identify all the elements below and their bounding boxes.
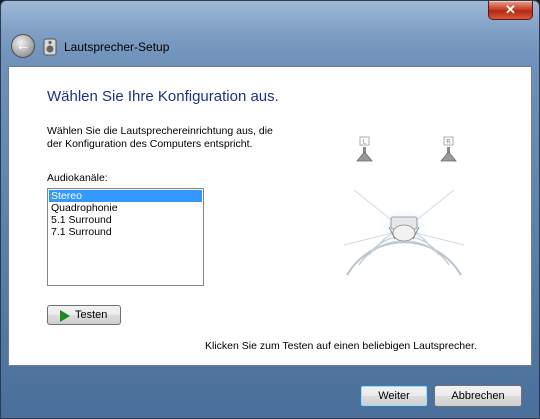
test-button-label: Testen <box>75 309 108 321</box>
audio-channels-listbox[interactable]: Stereo Quadrophonie 5.1 Surround 7.1 Sur… <box>47 188 204 286</box>
page-heading: Wählen Sie Ihre Konfiguration aus. <box>47 88 279 105</box>
footer: Weiter Abbrechen <box>1 367 539 419</box>
test-button[interactable]: Testen <box>47 305 121 325</box>
description-line-1: Wählen Sie die Lautsprechereinrichtung a… <box>47 125 273 137</box>
list-item-5-1-surround[interactable]: 5.1 Surround <box>49 214 202 226</box>
left-speaker[interactable]: L <box>356 136 373 162</box>
play-icon <box>60 310 70 322</box>
close-button[interactable]: ✕ <box>488 1 533 20</box>
cancel-button[interactable]: Abbrechen <box>434 385 522 407</box>
title-bar: ✕ <box>1 1 539 33</box>
audio-channels-label: Audiokanäle: <box>47 172 108 184</box>
back-button[interactable]: ← <box>11 34 35 58</box>
nav-title: Lautsprecher-Setup <box>64 40 170 54</box>
speaker-setup-window: ✕ ← Lautsprecher-Setup Wählen Sie Ihre K… <box>0 0 540 419</box>
list-item-stereo[interactable]: Stereo <box>49 190 202 202</box>
list-item-quadrophonie[interactable]: Quadrophonie <box>49 202 202 214</box>
right-speaker-label: R <box>446 140 451 146</box>
description-line-2: der Konfiguration des Computers entspric… <box>47 138 253 150</box>
speaker-icon <box>43 38 57 56</box>
description: Wählen Sie die Lautsprechereinrichtung a… <box>47 125 327 151</box>
right-speaker[interactable]: R <box>440 136 457 162</box>
content-panel: Wählen Sie Ihre Konfiguration aus. Wähle… <box>8 66 532 366</box>
list-item-7-1-surround[interactable]: 7.1 Surround <box>49 226 202 238</box>
back-arrow-icon: ← <box>16 37 30 53</box>
speaker-diagram: L R <box>343 136 465 276</box>
navigation-bar: ← Lautsprecher-Setup <box>1 31 539 65</box>
test-hint: Klicken Sie zum Testen auf einen beliebi… <box>205 340 477 352</box>
next-button[interactable]: Weiter <box>360 385 428 407</box>
